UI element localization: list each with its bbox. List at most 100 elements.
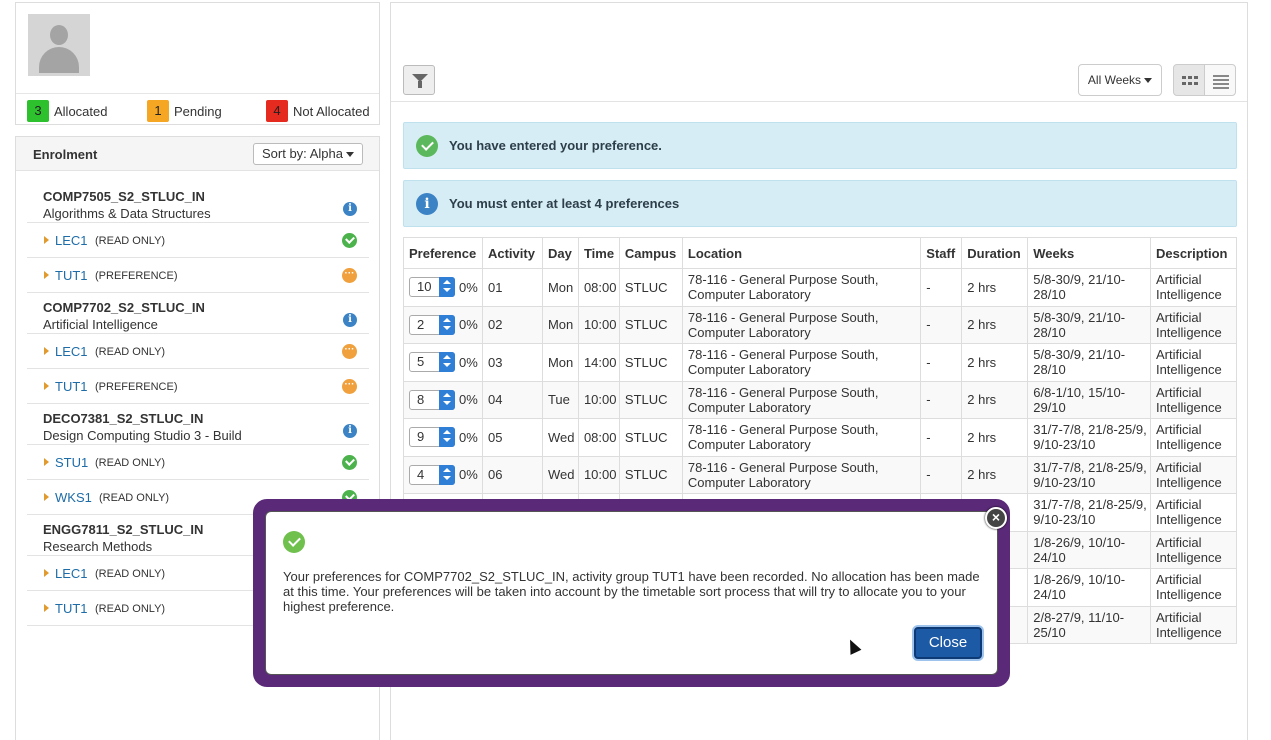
preference-stepper[interactable]: 9 <box>409 427 455 448</box>
course-header[interactable]: DECO7381_S2_STLUC_IN Design Computing St… <box>27 404 369 445</box>
course-header[interactable]: COMP7702_S2_STLUC_IN Artificial Intellig… <box>27 293 369 334</box>
activity-cell: 06 <box>481 455 543 494</box>
allocated-label: Allocated <box>54 103 108 119</box>
time-cell: 08:00 <box>577 418 620 457</box>
weeks-dropdown[interactable]: All Weeks <box>1078 64 1162 96</box>
column-header[interactable]: Duration <box>961 237 1029 269</box>
expand-arrow-icon <box>44 458 49 466</box>
modal-highlight-frame: Your preferences for COMP7702_S2_STLUC_I… <box>253 499 1010 687</box>
activity-item[interactable]: TUT1 (PREFERENCE) ··· <box>27 369 369 404</box>
activity-link[interactable]: LEC1 <box>55 344 88 359</box>
duration-cell: 2 hrs <box>961 380 1029 419</box>
preference-value: 9 <box>417 429 425 445</box>
close-icon[interactable]: × <box>985 507 1007 529</box>
expand-arrow-icon <box>44 382 49 390</box>
activity-item[interactable]: TUT1 (PREFERENCE) ··· <box>27 258 369 293</box>
activity-link[interactable]: TUT1 <box>55 379 88 394</box>
weeks-cell: 1/8-26/9, 10/10-24/10 <box>1027 568 1151 607</box>
check-circle-icon <box>416 135 438 157</box>
preference-cell: 10 0% <box>403 268 483 307</box>
pending-dots-icon: ··· <box>342 268 357 283</box>
location-cell: 78-116 - General Purpose South, Computer… <box>681 380 922 419</box>
column-header[interactable]: Time <box>577 237 620 269</box>
preference-value: 5 <box>417 354 425 370</box>
grid-view-button[interactable] <box>1173 64 1205 96</box>
info-alert: i You must enter at least 4 preferences <box>403 180 1237 227</box>
preference-stepper[interactable]: 8 <box>409 389 455 410</box>
activity-mode: (PREFERENCE) <box>95 270 178 282</box>
day-cell: Mon <box>541 268 579 307</box>
weeks-cell: 6/8-1/10, 15/10-29/10 <box>1027 380 1151 419</box>
campus-cell: STLUC <box>618 380 683 419</box>
activity-link[interactable]: STU1 <box>55 455 88 470</box>
table-row: 9 0% 05 Wed 08:00 STLUC 78-116 - General Purpo… <box>403 418 1238 457</box>
info-icon[interactable]: i <box>343 202 357 216</box>
preference-stepper[interactable]: 5 <box>409 352 455 373</box>
column-header[interactable]: Day <box>541 237 579 269</box>
close-button[interactable]: Close <box>914 627 982 659</box>
column-header[interactable]: Location <box>681 237 922 269</box>
weeks-cell: 5/8-30/9, 21/10-28/10 <box>1027 343 1151 382</box>
activity-item[interactable]: LEC1 (READ ONLY) <box>27 223 369 258</box>
stepper-arrows-icon[interactable] <box>439 352 455 373</box>
column-header[interactable]: Campus <box>618 237 683 269</box>
stepper-arrows-icon[interactable] <box>439 389 455 410</box>
preference-control: 10 0% <box>409 277 478 298</box>
staff-cell: - <box>920 380 963 419</box>
weeks-cell: 31/7-7/8, 21/8-25/9, 9/10-23/10 <box>1027 493 1151 532</box>
activity-mode: (READ ONLY) <box>95 346 166 358</box>
staff-cell: - <box>920 343 963 382</box>
day-cell: Mon <box>541 305 579 344</box>
preference-cell: 5 0% <box>403 343 483 382</box>
sort-dropdown[interactable]: Sort by: Alpha <box>253 143 363 165</box>
preference-value: 8 <box>417 391 425 407</box>
location-cell: 78-116 - General Purpose South, Computer… <box>681 455 922 494</box>
column-header[interactable]: Weeks <box>1027 237 1151 269</box>
column-header[interactable]: Activity <box>481 237 543 269</box>
activity-item[interactable]: STU1 (READ ONLY) <box>27 445 369 480</box>
activity-cell: 05 <box>481 418 543 457</box>
weeks-label: All Weeks <box>1087 73 1142 87</box>
timetable-toolbar: All Weeks <box>391 3 1247 102</box>
course-header[interactable]: COMP7505_S2_STLUC_IN Algorithms & Data S… <box>27 182 369 223</box>
enrolment-title: Enrolment <box>33 147 98 162</box>
activity-link[interactable]: TUT1 <box>55 268 88 283</box>
activity-mode: (PREFERENCE) <box>95 381 178 393</box>
allocated-check-icon <box>342 233 357 248</box>
time-cell: 10:00 <box>577 455 620 494</box>
stepper-arrows-icon[interactable] <box>439 464 455 485</box>
profile-panel: 3 Allocated 1 Pending 4 Not Allocated <box>15 2 380 125</box>
course-name: Algorithms & Data Structures <box>43 206 211 221</box>
activity-link[interactable]: LEC1 <box>55 233 88 248</box>
info-icon[interactable]: i <box>343 424 357 438</box>
not-allocated-label: Not Allocated <box>293 103 370 119</box>
expand-arrow-icon <box>44 236 49 244</box>
activity-item[interactable]: LEC1 (READ ONLY) ··· <box>27 334 369 369</box>
activity-link[interactable]: LEC1 <box>55 566 88 581</box>
table-row: 5 0% 03 Mon 14:00 STLUC 78-116 - General Purpo… <box>403 343 1238 382</box>
preference-stepper[interactable]: 2 <box>409 314 455 335</box>
info-icon[interactable]: i <box>343 313 357 327</box>
stepper-arrows-icon[interactable] <box>439 314 455 335</box>
success-alert-text: You have entered your preference. <box>449 138 662 153</box>
time-cell: 08:00 <box>577 268 620 307</box>
preference-cell: 8 0% <box>403 380 483 419</box>
chevron-down-icon <box>345 152 354 158</box>
column-header[interactable]: Description <box>1149 237 1238 269</box>
expand-arrow-icon <box>44 347 49 355</box>
stepper-arrows-icon[interactable] <box>439 277 455 298</box>
pending-count-badge: 1 <box>147 100 169 122</box>
column-header[interactable]: Staff <box>920 237 963 269</box>
activity-link[interactable]: TUT1 <box>55 601 88 616</box>
list-view-button[interactable] <box>1204 64 1236 96</box>
activity-cell: 03 <box>481 343 543 382</box>
avatar <box>28 14 90 76</box>
preference-stepper[interactable]: 4 <box>409 464 455 485</box>
activity-link[interactable]: WKS1 <box>55 490 92 505</box>
preference-stepper[interactable]: 10 <box>409 277 455 298</box>
description-cell: Artificial Intelligence <box>1149 418 1238 457</box>
column-header[interactable]: Preference <box>403 237 483 269</box>
location-cell: 78-116 - General Purpose South, Computer… <box>681 305 922 344</box>
filter-button[interactable] <box>403 65 435 95</box>
stepper-arrows-icon[interactable] <box>439 427 455 448</box>
